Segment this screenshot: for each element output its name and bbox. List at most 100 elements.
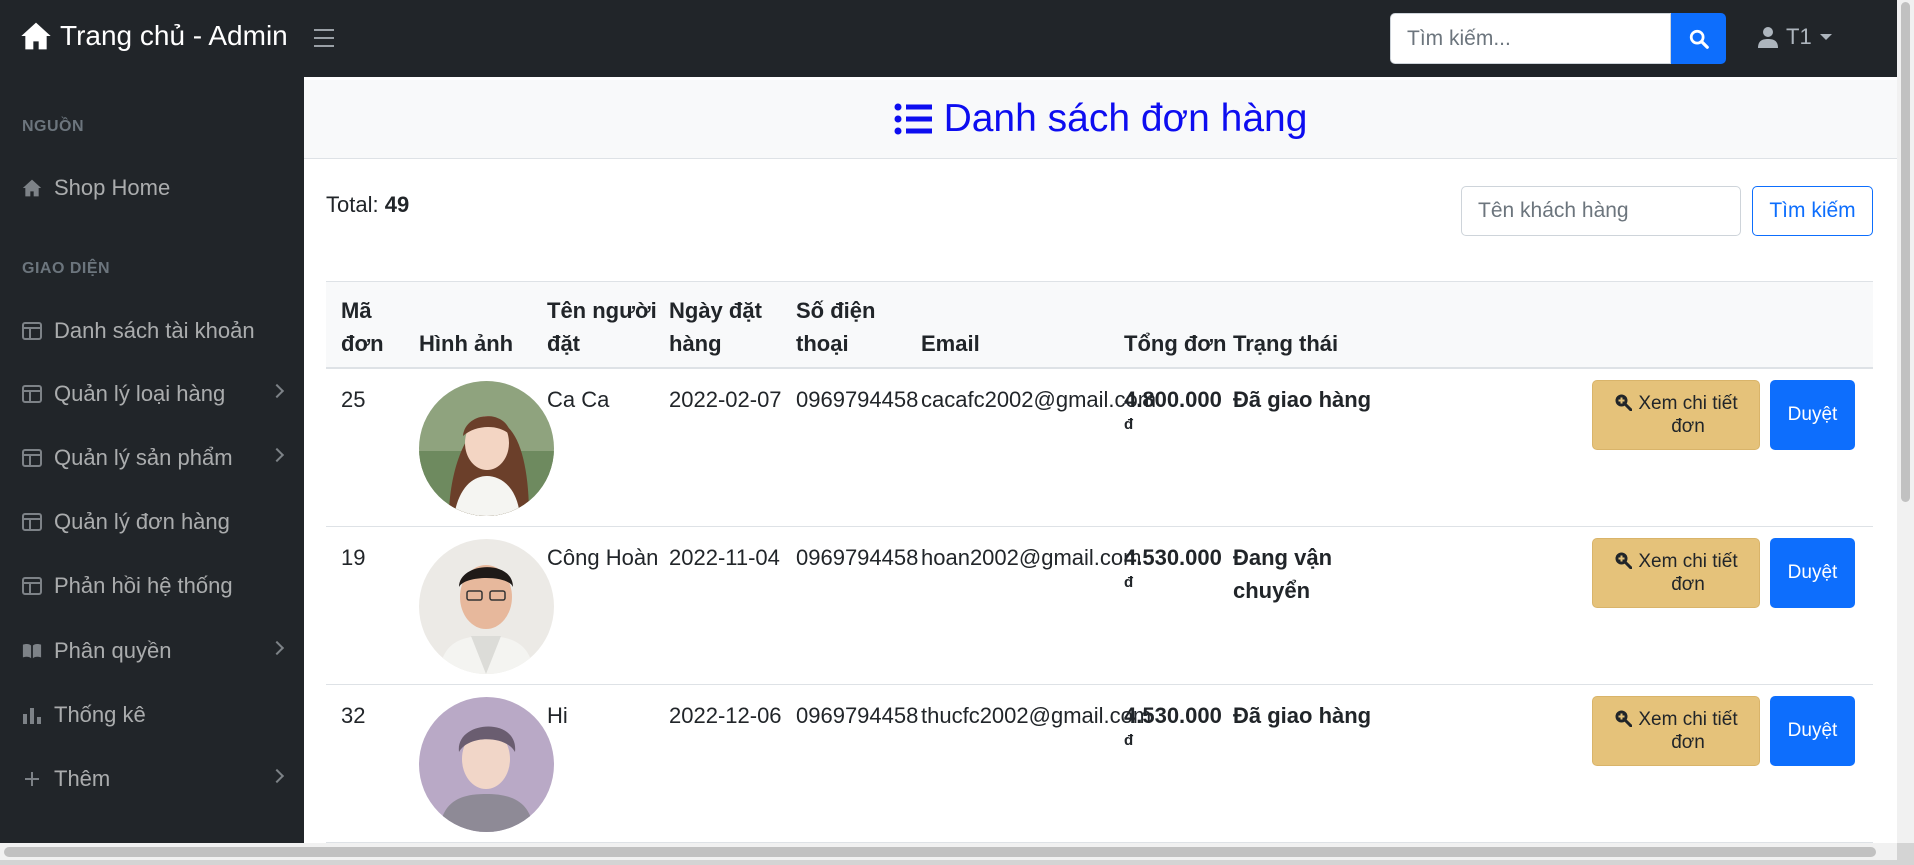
view-order-details-button[interactable]: Xem chi tiết đơn [1592, 696, 1760, 766]
customer-name: Ca Ca [547, 387, 610, 412]
sidebar-item-label: Danh sách tài khoản [54, 318, 255, 343]
chevron-right-icon [269, 383, 285, 399]
table-icon [22, 322, 42, 340]
currency: đ [1124, 732, 1134, 749]
sidebar-heading-ui: GIAO DIỆN [22, 260, 111, 277]
zoom-in-icon [1615, 710, 1633, 727]
email: cacafc2002@gmail.com [921, 387, 1157, 412]
sidebar-item-accounts[interactable]: Danh sách tài khoản [0, 311, 304, 351]
sidebar-item-label: Phản hồi hệ thống [54, 573, 233, 598]
sidebar-item-label: Phân quyền [54, 638, 172, 663]
chevron-right-icon [269, 768, 285, 784]
sidebar-item-shop-home[interactable]: Shop Home [0, 168, 304, 208]
total-value: 49 [384, 192, 410, 217]
order-status: Đang vận chuyển [1233, 545, 1333, 603]
chevron-down-icon [1819, 34, 1832, 40]
table-icon [22, 449, 42, 467]
vertical-scrollbar[interactable] [1897, 0, 1914, 843]
orders-table: Mã đơn Hình ảnh Tên người đặt Ngày đặt hàng… [326, 281, 1873, 843]
sidebar-item-feedback[interactable]: Phản hồi hệ thống [0, 566, 304, 606]
phone: 0969794458 [796, 387, 919, 412]
customer-avatar [419, 381, 554, 516]
chevron-right-icon [269, 447, 285, 463]
total-label: Total: [326, 192, 379, 217]
header-customer-name: Tên người đặt [547, 298, 657, 356]
zoom-in-icon [1615, 394, 1633, 411]
phone: 0969794458 [796, 703, 919, 728]
approve-order-button[interactable]: Duyệt [1770, 380, 1855, 450]
sidebar-item-label: Quản lý đơn hàng [54, 509, 230, 534]
approve-order-button[interactable]: Duyệt [1770, 696, 1855, 766]
table-icon [22, 513, 42, 531]
table-row: 32 Hi 2022-12-06 0969794458 thucfc2002@g… [326, 685, 1873, 843]
phone: 0969794458 [796, 545, 919, 570]
navbar-search [1390, 13, 1726, 64]
header-status: Trạng thái [1233, 331, 1339, 356]
order-total: 4.530.000 đ [1124, 545, 1222, 591]
order-date: 2022-11-04 [669, 545, 780, 570]
total-count: Total: 49 [326, 192, 409, 218]
customer-avatar [419, 697, 554, 832]
sidebar-item-products[interactable]: Quản lý sản phẩm [0, 438, 304, 478]
sidebar-heading-source: NGUỒN [22, 118, 85, 135]
view-order-details-button[interactable]: Xem chi tiết đơn [1592, 380, 1760, 450]
customer-avatar [419, 539, 554, 674]
brand-title: Trang chủ - Admin [60, 20, 288, 51]
table-row: 25 Ca Ca 2022-02-07 0969794458 cacafc200… [326, 369, 1873, 527]
horizontal-scroll-thumb[interactable] [4, 847, 1876, 857]
page-header: Danh sách đơn hàng [304, 80, 1897, 159]
order-total: 4.530.000 đ [1124, 703, 1222, 749]
order-status: Đã giao hàng [1233, 387, 1372, 412]
brand-link[interactable]: Trang chủ - Admin [20, 20, 288, 52]
table-header: Mã đơn Hình ảnh Tên người đặt Ngày đặt hàng… [326, 281, 1873, 369]
currency: đ [1124, 574, 1134, 591]
navbar-search-button[interactable] [1671, 13, 1726, 64]
order-date: 2022-02-07 [669, 387, 782, 412]
sidebar-item-statistics[interactable]: Thống kê [0, 695, 304, 735]
chevron-right-icon [269, 640, 285, 656]
sidebar: NGUỒN Shop Home GIAO DIỆN Danh sách tài … [0, 77, 304, 843]
order-id: 19 [341, 545, 366, 570]
sidebar-item-label: Thêm [54, 766, 111, 791]
vertical-scroll-thumb[interactable] [1901, 2, 1910, 502]
header-order-id: Mã đơn [341, 298, 384, 356]
order-id: 32 [341, 703, 366, 728]
plus-icon [25, 772, 39, 786]
sidebar-item-more[interactable]: Thêm [0, 759, 304, 799]
search-icon [1689, 29, 1709, 49]
list-icon [894, 103, 932, 135]
user-name: T1 [1786, 24, 1812, 49]
main-content: Danh sách đơn hàng Total: 49 Tìm kiếm Mã… [304, 77, 1897, 843]
filter-search-button[interactable]: Tìm kiếm [1752, 186, 1873, 236]
order-date: 2022-12-06 [669, 703, 782, 728]
customer-name: Hi [547, 703, 568, 728]
top-navbar: Trang chủ - Admin T1 [0, 0, 1897, 77]
header-email: Email [921, 331, 980, 356]
approve-order-button[interactable]: Duyệt [1770, 538, 1855, 608]
sidebar-item-permissions[interactable]: Phân quyền [0, 631, 304, 671]
user-dropdown[interactable]: T1 [1758, 24, 1832, 50]
email: thucfc2002@gmail.com [921, 703, 1152, 728]
sidebar-toggle-button[interactable] [314, 29, 334, 47]
customer-name-filter-input[interactable] [1461, 186, 1741, 236]
email: hoan2002@gmail.com [921, 545, 1142, 570]
sidebar-item-orders[interactable]: Quản lý đơn hàng [0, 502, 304, 542]
view-order-details-button[interactable]: Xem chi tiết đơn [1592, 538, 1760, 608]
horizontal-scrollbar[interactable] [0, 843, 1897, 860]
chart-icon [23, 708, 41, 724]
currency: đ [1124, 416, 1134, 433]
user-icon [1758, 27, 1778, 48]
customer-name: Công Hoàn [547, 545, 659, 570]
header-image: Hình ảnh [419, 331, 514, 356]
home-icon [22, 179, 42, 197]
page-title: Danh sách đơn hàng [943, 97, 1308, 140]
home-icon [21, 22, 51, 50]
table-row: 19 Công Hoàn 2022-11-04 0969794458 hoan2… [326, 527, 1873, 685]
sidebar-item-label: Shop Home [54, 175, 171, 200]
table-icon [22, 577, 42, 595]
header-phone: Số điện thoại [796, 298, 876, 356]
navbar-search-input[interactable] [1390, 13, 1671, 64]
sidebar-item-categories[interactable]: Quản lý loại hàng [0, 374, 304, 414]
order-id: 25 [341, 387, 366, 412]
book-icon [22, 644, 42, 659]
